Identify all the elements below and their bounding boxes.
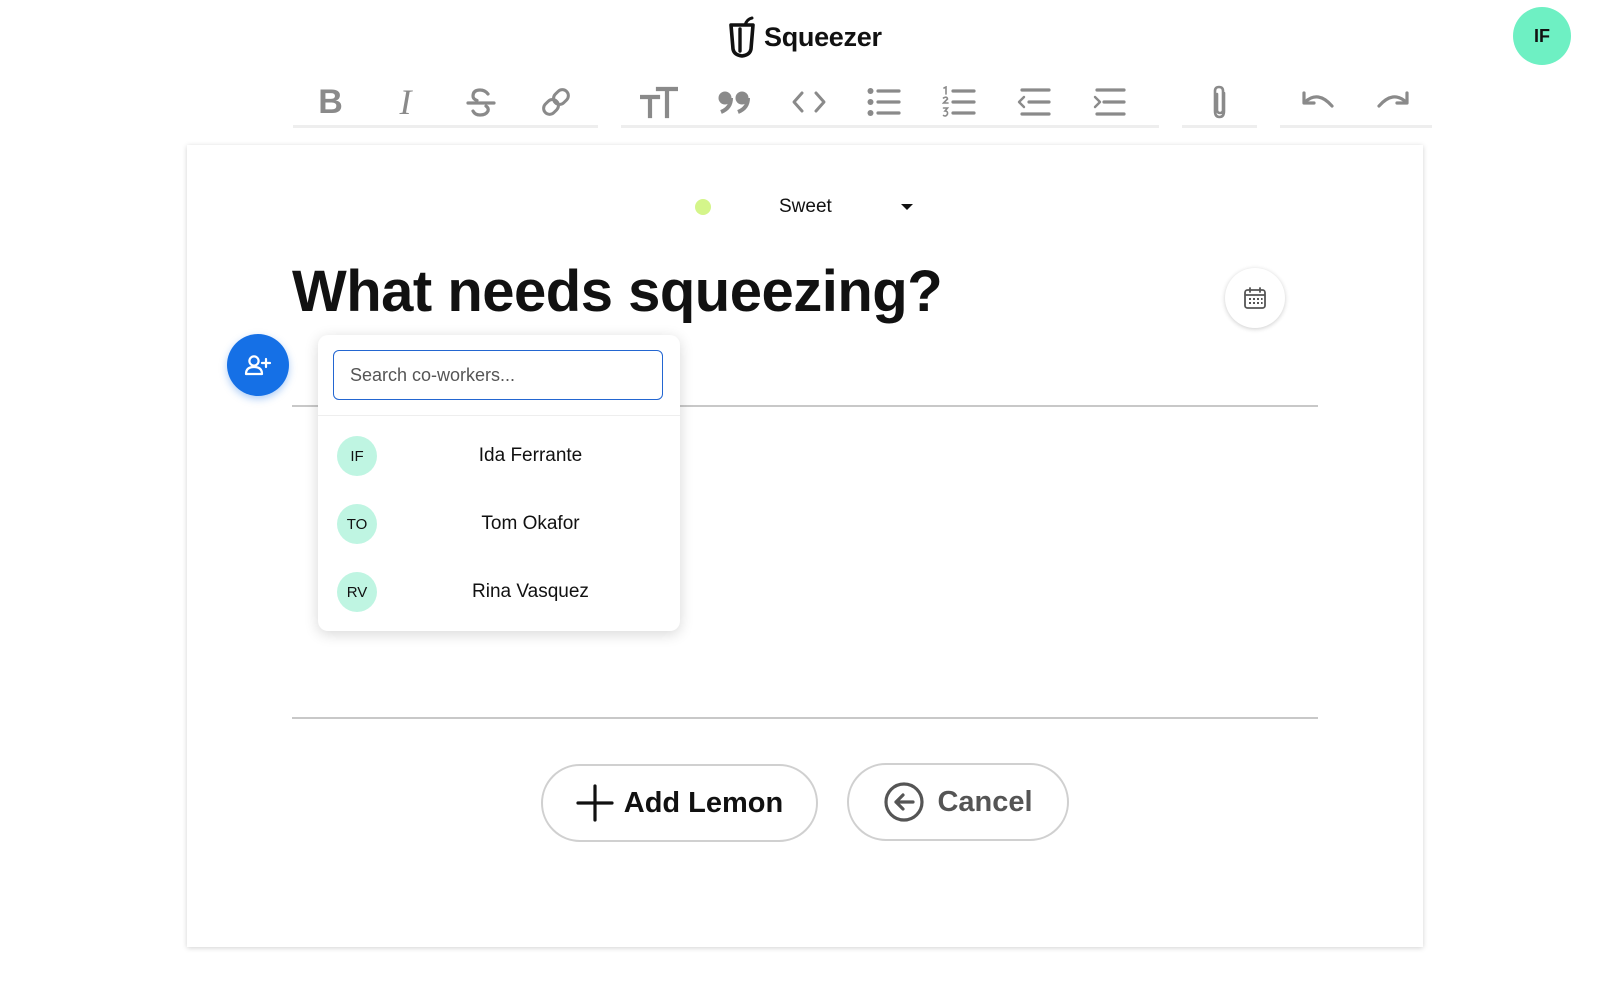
cancel-label: Cancel — [937, 785, 1033, 818]
caret-down-icon — [900, 204, 913, 210]
coworker-item[interactable]: RV Rina Vasquez — [318, 561, 680, 623]
code-button[interactable] — [771, 78, 846, 126]
indent-icon — [1093, 87, 1126, 116]
calendar-button[interactable] — [1225, 268, 1285, 328]
lemon-cup-logo-icon — [728, 16, 756, 58]
cancel-button[interactable]: Cancel — [847, 763, 1069, 841]
quote-button[interactable] — [696, 78, 771, 126]
mood-label: Sweet — [779, 196, 832, 217]
quote-icon — [718, 91, 750, 114]
toolbar-format-group: B I — [293, 78, 598, 128]
link-button[interactable] — [518, 78, 593, 126]
calendar-icon — [1244, 287, 1266, 309]
app-name: Squeezer — [764, 21, 882, 52]
add-lemon-button[interactable]: Add Lemon — [541, 764, 818, 842]
bold-icon: B — [318, 82, 343, 121]
user-avatar[interactable]: IF — [1513, 7, 1571, 65]
coworker-item[interactable]: IF Ida Ferrante — [318, 425, 680, 487]
mood-select[interactable]: Sweet — [695, 190, 915, 224]
coworker-name: Rina Vasquez — [472, 581, 589, 602]
indent-button[interactable] — [1071, 78, 1146, 126]
coworker-search-input[interactable] — [333, 350, 663, 400]
plus-icon — [576, 784, 614, 822]
add-user-icon — [244, 355, 272, 376]
body-divider — [292, 717, 1318, 719]
dropdown-divider — [318, 415, 680, 416]
heading-button[interactable] — [621, 78, 696, 126]
editor-heading[interactable]: What needs squeezing? — [292, 258, 943, 325]
back-arrow-circle-icon — [884, 782, 925, 822]
redo-button[interactable] — [1355, 78, 1430, 126]
coworker-avatar: RV — [337, 572, 377, 612]
link-icon — [541, 87, 570, 116]
attachment-button[interactable] — [1182, 78, 1257, 126]
bullet-list-button[interactable] — [846, 78, 921, 126]
outdent-icon — [1017, 87, 1051, 116]
italic-icon: I — [399, 81, 412, 122]
bullet-list-icon — [867, 87, 901, 116]
add-lemon-label: Add Lemon — [623, 786, 784, 819]
coworker-dropdown: IF Ida Ferrante TO Tom Okafor RV Rina Va… — [318, 335, 680, 631]
brand: Squeezer — [728, 14, 882, 60]
redo-icon — [1376, 90, 1409, 108]
app-root: Squeezer IF B I Sweet What needs squeezi… — [0, 0, 1600, 1000]
attachment-icon — [1213, 85, 1225, 118]
coworker-avatar: IF — [337, 436, 377, 476]
mood-color-dot — [695, 199, 711, 215]
undo-button[interactable] — [1280, 78, 1355, 126]
coworker-item[interactable]: TO Tom Okafor — [318, 493, 680, 555]
coworker-avatar: TO — [337, 504, 377, 544]
outdent-button[interactable] — [996, 78, 1071, 126]
code-icon — [792, 91, 825, 112]
strikethrough-icon — [465, 87, 496, 117]
italic-button[interactable]: I — [368, 78, 443, 126]
undo-icon — [1301, 90, 1334, 108]
numbered-list-button[interactable] — [921, 78, 996, 126]
coworker-name: Ida Ferrante — [478, 445, 583, 466]
toolbar-block-group — [621, 78, 1159, 128]
strikethrough-button[interactable] — [443, 78, 518, 126]
heading-icon — [639, 86, 678, 118]
coworker-name: Tom Okafor — [481, 513, 580, 534]
toolbar-history-group — [1280, 78, 1432, 128]
numbered-list-icon — [941, 85, 976, 117]
bold-button[interactable]: B — [293, 78, 368, 126]
add-coworker-button[interactable] — [227, 334, 289, 396]
toolbar-attach-group — [1182, 78, 1257, 128]
